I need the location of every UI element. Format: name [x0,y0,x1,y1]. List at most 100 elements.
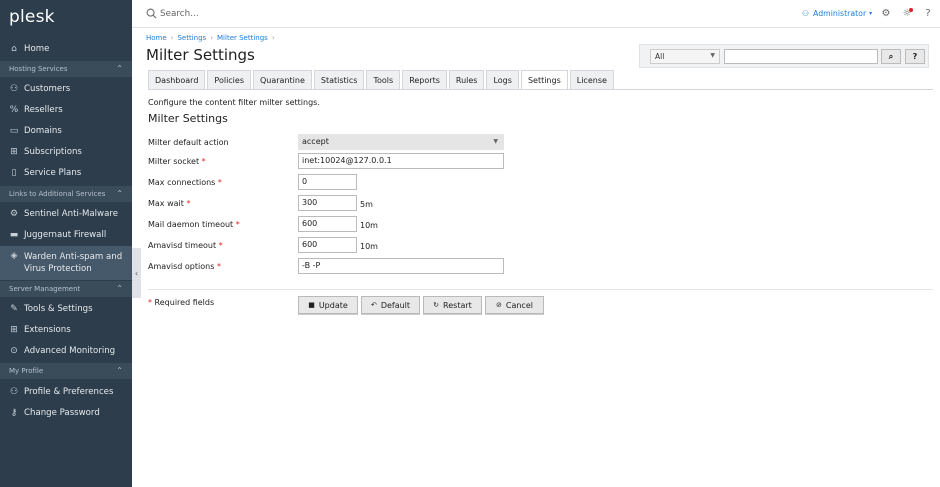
wrench-icon: ✎ [10,303,18,314]
sidebar-section-my-profile[interactable]: My Profile ⌃ [0,363,132,379]
sidebar-item-home[interactable]: ⌂ Home [0,38,132,59]
tab-logs[interactable]: Logs [486,70,519,89]
notifications-icon[interactable]: ☼ [901,8,913,20]
sidebar-item-label: Change Password [24,407,100,418]
required-mark: * [148,298,152,307]
sidebar-item-change-password[interactable]: ⚷ Change Password [0,402,132,423]
max-connections-input[interactable]: 0 [298,174,357,190]
amavisd-timeout-unit: 10m [360,242,378,251]
undo-icon: ↶ [370,301,377,309]
sidebar-item-sentinel[interactable]: ⚙ Sentinel Anti-Malware [0,203,132,224]
tab-statistics[interactable]: Statistics [313,70,365,89]
form-divider [148,289,933,290]
required-mark: * [201,157,206,166]
chevron-right-icon: › [170,34,174,42]
restart-button[interactable]: ↻ Restart [423,296,482,314]
cancel-button[interactable]: ⊘ Cancel [485,296,544,314]
sidebar-item-warden[interactable]: ◈ Warden Anti-spam and Virus Protection [0,246,132,280]
sidebar-item-subscriptions[interactable]: ⊞ Subscriptions [0,141,132,162]
sidebar-item-service-plans[interactable]: ▯ Service Plans [0,162,132,183]
default-action-select[interactable]: accept ▼ [298,134,504,150]
tab-license[interactable]: License [569,70,614,89]
user-name: Administrator [813,9,867,18]
breadcrumb-settings[interactable]: Settings [177,34,206,42]
percent-icon: % [9,104,19,115]
tab-reports[interactable]: Reports [402,70,447,89]
tab-dashboard[interactable]: Dashboard [148,70,206,89]
chevron-right-icon: › [210,34,214,42]
tabs-divider [148,89,933,90]
plesk-logo[interactable]: plesk [9,7,55,27]
puzzle-icon: ⊞ [10,324,18,335]
breadcrumb-milter-settings[interactable]: Milter Settings [217,34,268,42]
tab-rules[interactable]: Rules [448,70,485,89]
tab-quarantine[interactable]: Quarantine [253,70,312,89]
required-fields-note: * Required fields [148,298,214,307]
required-note-text: Required fields [154,298,215,307]
cancel-icon: ⊘ [496,301,502,309]
update-button[interactable]: ■ Update [298,296,358,314]
help-button[interactable]: ? [905,49,925,64]
sidebar-item-label: Juggernaut Firewall [24,229,107,240]
sidebar-item-domains[interactable]: ▭ Domains [0,120,132,141]
amavisd-timeout-input[interactable]: 600 [298,237,357,253]
sidebar-item-label: Advanced Monitoring [24,345,116,356]
user-icon: ⚇ [9,386,19,397]
mail-daemon-timeout-unit: 10m [360,221,378,230]
sidebar-item-label: Warden Anti-spam and Virus Protection [24,252,123,274]
required-mark: * [186,199,191,208]
filter-search-button[interactable]: ⌕ [881,49,901,64]
breadcrumb: Home › Settings › Milter Settings › [146,34,275,42]
sidebar-item-juggernaut[interactable]: ▬ Juggernaut Firewall [0,224,132,245]
filter-input[interactable] [724,49,878,64]
filter-select[interactable]: All ▼ [650,49,720,64]
default-button[interactable]: ↶ Default [361,296,420,314]
restart-button-label: Restart [443,300,472,310]
sidebar-item-label: Home [24,43,50,54]
key-icon: ⚷ [10,407,18,418]
socket-input[interactable]: inet:10024@127.0.0.1 [298,153,504,169]
max-wait-input[interactable]: 300 [298,195,357,211]
required-mark: * [216,262,221,271]
search-input[interactable]: Search... [160,9,199,19]
sidebar-section-title: Server Management [9,285,81,293]
help-icon[interactable]: ? [922,8,934,20]
sidebar-item-resellers[interactable]: % Resellers [0,99,132,120]
sidebar-section-hosting-services[interactable]: Hosting Services ⌃ [0,61,132,77]
filter-box: All ▼ ⌕ ? [639,44,929,68]
required-mark: * [218,241,223,250]
amavisd-options-label-text: Amavisd options [148,262,215,271]
tab-tools[interactable]: Tools [366,70,401,89]
updates-icon[interactable]: ⚙ [880,8,892,20]
user-menu[interactable]: ⚇ Administrator ▾ [802,9,872,18]
sidebar-item-extensions[interactable]: ⊞ Extensions [0,319,132,340]
amavisd-options-input[interactable]: -B -P [298,258,504,274]
tab-settings[interactable]: Settings [520,70,568,90]
chevron-down-icon: ▼ [710,52,715,59]
sidebar-item-label: Customers [24,83,71,94]
form-section-title: Milter Settings [148,112,228,125]
breadcrumb-home[interactable]: Home [146,34,167,42]
home-icon: ⌂ [11,43,17,54]
sidebar-section-additional-services[interactable]: Links to Additional Services ⌃ [0,186,132,202]
sidebar-collapse-handle[interactable]: ‹ [132,248,141,298]
shield-icon: ◈ [10,251,18,261]
sidebar-item-label: Profile & Preferences [24,386,114,397]
sidebar-item-profile-preferences[interactable]: ⚇ Profile & Preferences [0,381,132,402]
sidebar-item-customers[interactable]: ⚇ Customers [0,78,132,99]
mail-daemon-timeout-input[interactable]: 600 [298,216,357,232]
grid-icon: ⊞ [10,146,18,157]
gear-icon: ⚙ [9,208,19,219]
chevron-up-icon: ⌃ [116,366,123,375]
topbar: Search... ⚇ Administrator ▾ ⚙ ☼ ? [132,0,940,28]
tab-policies[interactable]: Policies [207,70,251,89]
sidebar-section-server-management[interactable]: Server Management ⌃ [0,281,132,297]
page-title: Milter Settings [146,46,255,64]
chevron-up-icon: ⌃ [116,189,123,198]
default-action-label: Milter default action [148,138,229,147]
sidebar-item-advanced-monitoring[interactable]: ⊙ Advanced Monitoring [0,340,132,361]
sidebar-item-tools-settings[interactable]: ✎ Tools & Settings [0,298,132,319]
user-icon: ⚇ [9,83,19,94]
sidebar-item-label: Service Plans [24,167,82,178]
search-icon [146,8,157,19]
